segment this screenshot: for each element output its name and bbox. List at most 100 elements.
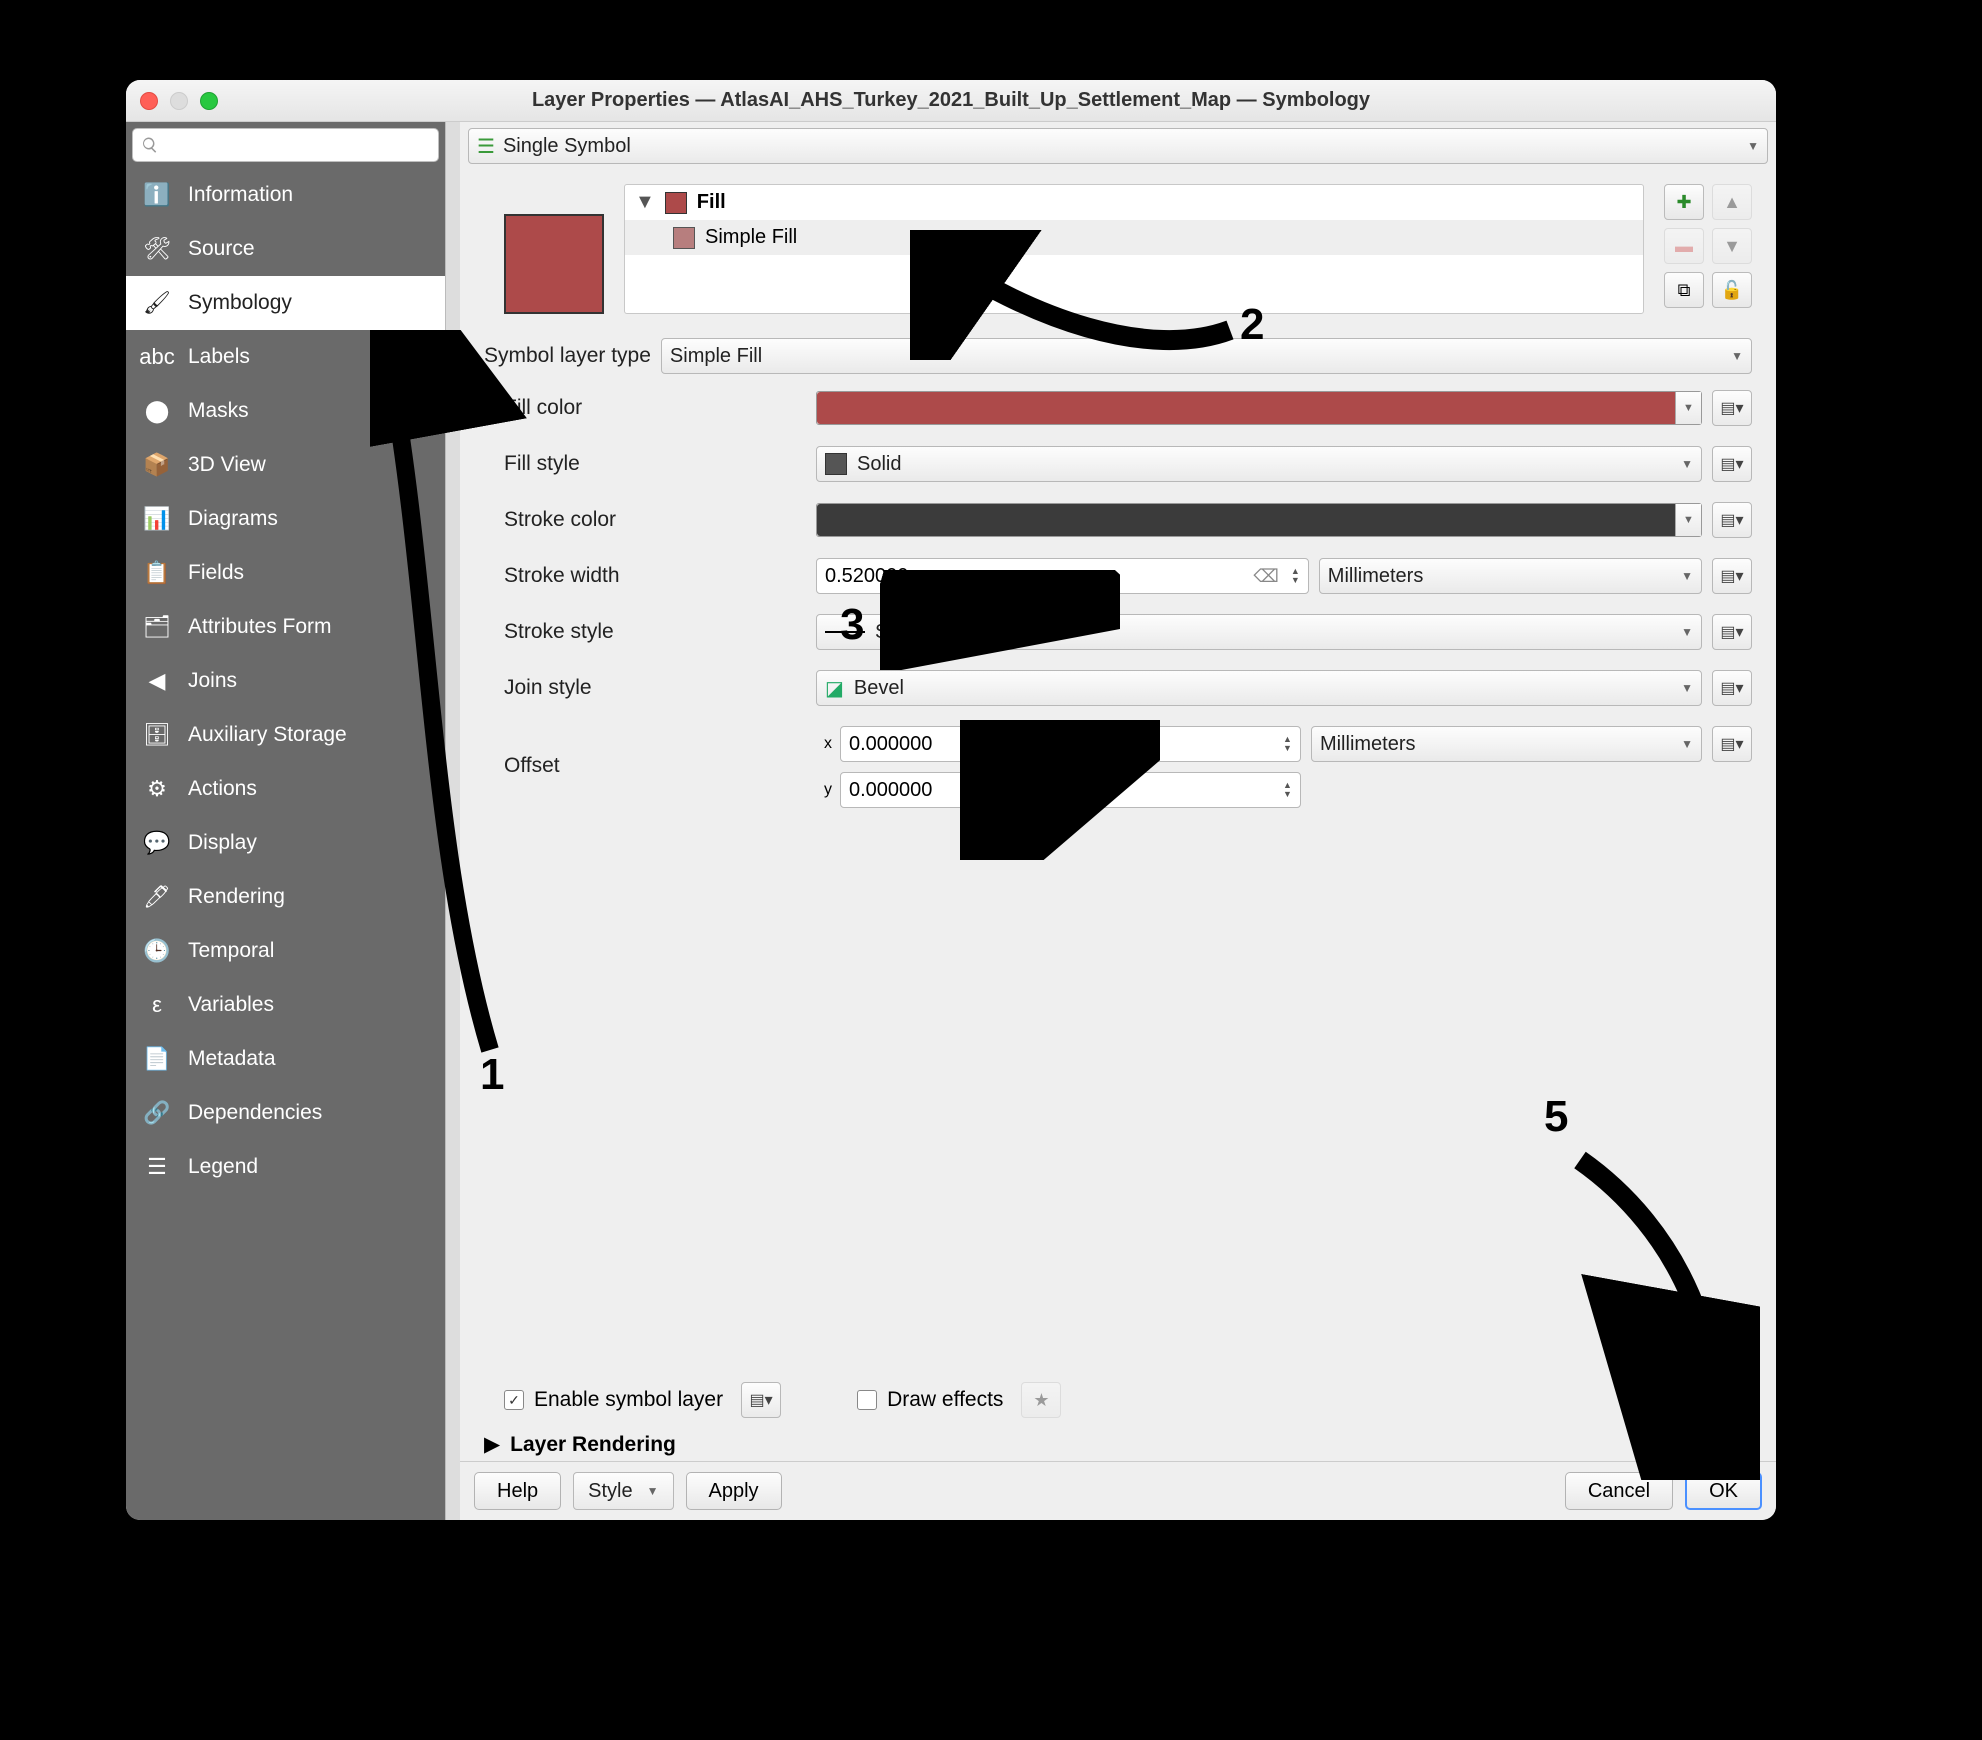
data-defined-button[interactable]: ▤▾ (741, 1382, 781, 1418)
sidebar-item-icon: 📋 (140, 556, 174, 590)
data-defined-button[interactable]: ▤▾ (1712, 558, 1752, 594)
tree-row-fill[interactable]: ▼ Fill (625, 185, 1643, 220)
chevron-down-icon: ▼ (1681, 681, 1693, 695)
stroke-width-unit-combo[interactable]: Millimeters ▼ (1319, 558, 1702, 594)
sidebar-item-label: Variables (188, 993, 274, 1017)
symbol-preview-swatch (504, 214, 604, 314)
sidebar-scrollbar[interactable] (446, 122, 460, 1520)
data-defined-button[interactable]: ▤▾ (1712, 502, 1752, 538)
sidebar-item-label: Dependencies (188, 1101, 322, 1125)
stroke-style-combo[interactable]: Solid Line ▼ (816, 614, 1702, 650)
sidebar-item-display[interactable]: 💬Display (126, 816, 445, 870)
sidebar-item-icon: 🔗 (140, 1096, 174, 1130)
sidebar-item-dependencies[interactable]: 🔗 Dependencies (126, 1086, 445, 1140)
sidebar-item-icon: ⚙ (140, 772, 174, 806)
offset-y-input[interactable]: ▲▼ (840, 772, 1301, 808)
sidebar-item-fields[interactable]: 📋 Fields (126, 546, 445, 600)
sidebar-search[interactable] (132, 128, 439, 162)
symbol-layer-type-label: Symbol layer type (484, 340, 651, 372)
offset-unit-combo[interactable]: Millimeters ▼ (1311, 726, 1702, 762)
offset-y-spinner[interactable]: ▲▼ (1283, 781, 1292, 799)
renderer-label: Single Symbol (503, 135, 631, 158)
data-defined-button[interactable]: ▤▾ (1712, 446, 1752, 482)
lock-symbol-layer-button[interactable]: 🔓 (1712, 272, 1752, 308)
fill-style-combo[interactable]: Solid ▼ (816, 446, 1702, 482)
sidebar-item-temporal[interactable]: 🕒Temporal (126, 924, 445, 978)
sidebar-item-information[interactable]: ℹ️Information (126, 168, 445, 222)
sidebar-item-label: Legend (188, 1155, 258, 1179)
apply-button[interactable]: Apply (686, 1472, 782, 1510)
data-defined-button[interactable]: ▤▾ (1712, 670, 1752, 706)
layer-rendering-label: Layer Rendering (510, 1433, 676, 1457)
sidebar-item-actions[interactable]: ⚙Actions (126, 762, 445, 816)
stroke-color-swatch (817, 504, 1675, 536)
main-panel: ☰ Single Symbol ▼ ▼ Fill Simple Fill (460, 122, 1776, 1520)
sidebar-item-metadata[interactable]: 📄Metadata (126, 1032, 445, 1086)
chevron-down-icon: ▼ (1747, 139, 1759, 153)
symbol-layer-tree[interactable]: ▼ Fill Simple Fill (624, 184, 1644, 314)
stroke-style-value: Solid Line (875, 621, 963, 644)
sidebar-item-icon: abc (140, 340, 174, 374)
sidebar-item-source[interactable]: 🛠Source (126, 222, 445, 276)
symbol-layer-type-combo[interactable]: Simple Fill ▼ (661, 338, 1752, 374)
join-style-label: Join style (504, 676, 804, 700)
sidebar-item-label: Labels (188, 345, 250, 369)
sidebar-item-auxiliary-storage[interactable]: 🗄Auxiliary Storage (126, 708, 445, 762)
ok-button[interactable]: OK (1685, 1472, 1762, 1510)
layer-rendering-expand-icon[interactable]: ▶ (484, 1432, 500, 1457)
offset-y-field[interactable] (849, 779, 1277, 802)
sidebar-item-rendering[interactable]: 🖊Rendering (126, 870, 445, 924)
style-button[interactable]: Style ▼ (573, 1472, 673, 1510)
renderer-combo[interactable]: ☰ Single Symbol ▼ (468, 128, 1768, 164)
tree-expand-icon[interactable]: ▼ (635, 191, 655, 214)
data-defined-button[interactable]: ▤▾ (1712, 726, 1752, 762)
add-symbol-layer-button[interactable]: ✚ (1664, 184, 1704, 220)
sidebar-item-masks[interactable]: ⬤Masks (126, 384, 445, 438)
join-style-combo[interactable]: ◪ Bevel ▼ (816, 670, 1702, 706)
sidebar-item-icon: 💬 (140, 826, 174, 860)
offset-y-label: y (816, 781, 832, 799)
layer-properties-window: Layer Properties — AtlasAI_AHS_Turkey_20… (126, 80, 1776, 1520)
zoom-window-button[interactable] (200, 92, 218, 110)
sidebar-item-label: Temporal (188, 939, 274, 963)
data-defined-button[interactable]: ▤▾ (1712, 390, 1752, 426)
search-icon (141, 136, 159, 154)
help-button[interactable]: Help (474, 1472, 561, 1510)
symbol-layer-buttons: ✚ ▲ ▬ ▼ ⧉ 🔓 (1664, 184, 1752, 314)
sidebar-item-icon: ℹ️ (140, 178, 174, 212)
fill-color-picker[interactable]: ▼ (816, 391, 1702, 425)
stroke-width-spinner[interactable]: ▲▼ (1291, 567, 1300, 585)
sidebar-item-symbology[interactable]: 🖌Symbology (126, 276, 445, 330)
cancel-button[interactable]: Cancel (1565, 1472, 1673, 1510)
data-defined-button[interactable]: ▤▾ (1712, 614, 1752, 650)
enable-symbol-layer-checkbox[interactable]: ✓ Enable symbol layer (504, 1388, 723, 1412)
checkbox-icon: ✓ (504, 1390, 524, 1410)
sidebar-item-label: Fields (188, 561, 244, 585)
minimize-window-button[interactable] (170, 92, 188, 110)
tree-row-simple-fill[interactable]: Simple Fill (625, 220, 1643, 255)
sidebar-item-3d-view[interactable]: 📦3D View (126, 438, 445, 492)
sidebar-item-variables[interactable]: εVariables (126, 978, 445, 1032)
stroke-style-label: Stroke style (504, 620, 804, 644)
sidebar-item-icon: 🛠 (140, 232, 174, 266)
sidebar-item-icon: ◀ (140, 664, 174, 698)
clear-icon[interactable]: ⌫ (1253, 566, 1278, 587)
chevron-down-icon[interactable]: ▼ (1675, 392, 1701, 424)
sidebar-item-joins[interactable]: ◀ Joins (126, 654, 445, 708)
chevron-down-icon[interactable]: ▼ (1675, 504, 1701, 536)
stroke-width-field[interactable] (825, 565, 1247, 588)
sidebar-item-label: Joins (188, 669, 237, 693)
draw-effects-star-button: ★ (1021, 1382, 1061, 1418)
sidebar-item-labels[interactable]: abc Labels (126, 330, 445, 384)
bevel-icon: ◪ (825, 676, 844, 701)
close-window-button[interactable] (140, 92, 158, 110)
sidebar-item-diagrams[interactable]: 📊Diagrams (126, 492, 445, 546)
sidebar-item-attributes-form[interactable]: 🗂Attributes Form (126, 600, 445, 654)
draw-effects-checkbox[interactable]: Draw effects (857, 1388, 1003, 1412)
stroke-color-picker[interactable]: ▼ (816, 503, 1702, 537)
sidebar-search-input[interactable] (165, 135, 430, 156)
duplicate-symbol-layer-button[interactable]: ⧉ (1664, 272, 1704, 308)
sidebar-item-legend[interactable]: ☰Legend (126, 1140, 445, 1194)
stroke-color-label: Stroke color (504, 508, 804, 532)
stroke-width-input[interactable]: ⌫ ▲▼ (816, 558, 1309, 594)
